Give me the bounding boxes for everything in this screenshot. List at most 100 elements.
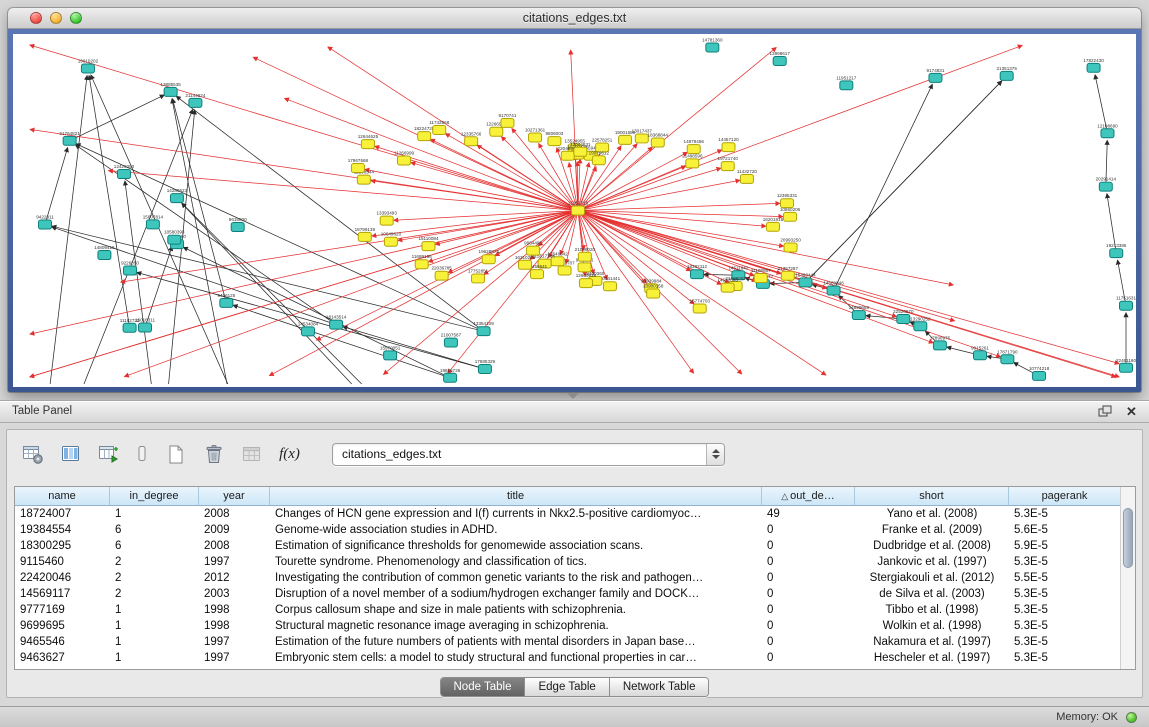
table-row[interactable]: 1938455462009Genome-wide association stu… bbox=[15, 522, 1121, 538]
function-builder-button[interactable]: f(x) bbox=[276, 441, 303, 467]
graph-node-teal[interactable]: 21144624 bbox=[185, 93, 206, 107]
graph-node-yellow[interactable]: 20993250 bbox=[780, 238, 801, 252]
graph-node-teal[interactable]: 13354109 bbox=[473, 321, 494, 335]
graph-edge[interactable] bbox=[125, 181, 151, 384]
graph-node-teal[interactable]: 21351375 bbox=[996, 66, 1017, 80]
graph-node-yellow[interactable]: 10341441 bbox=[600, 276, 621, 290]
graph-node-teal[interactable]: 10774218 bbox=[1029, 366, 1050, 380]
tab-edge-table[interactable]: Edge Table bbox=[525, 678, 609, 696]
table-selector-dropdown[interactable]: citations_edges.txt bbox=[332, 443, 725, 466]
graph-node-yellow[interactable]: 11432720 bbox=[737, 169, 758, 183]
column-header-in-degree[interactable]: in_degree bbox=[110, 487, 199, 506]
graph-node-teal[interactable]: 17822430 bbox=[1083, 58, 1104, 72]
table-mode-button[interactable] bbox=[19, 441, 46, 467]
graph-node-teal[interactable]: 9915261 bbox=[971, 345, 989, 359]
graph-edge[interactable] bbox=[52, 227, 336, 325]
graph-node-teal[interactable]: 15607814 bbox=[143, 214, 164, 228]
new-table-button[interactable] bbox=[162, 441, 189, 467]
minimize-window-button[interactable] bbox=[50, 12, 62, 24]
graph-node-teal[interactable]: 9615800 bbox=[229, 217, 247, 231]
graph-edge[interactable] bbox=[183, 247, 450, 378]
graph-node-yellow[interactable]: 11742868 bbox=[429, 120, 450, 134]
graph-node-yellow[interactable]: 10271361 bbox=[525, 127, 546, 141]
graph-edge[interactable] bbox=[834, 84, 933, 290]
graph-node-teal[interactable]: 14809416 bbox=[94, 245, 115, 259]
graph-node-yellow[interactable]: 18799139 bbox=[355, 227, 376, 241]
network-graph-svg[interactable]: 1560781490704809615800942291114289523160… bbox=[13, 34, 1136, 387]
graph-node-yellow[interactable]: 12385331 bbox=[777, 193, 798, 207]
graph-node-teal[interactable]: 13885535 bbox=[160, 82, 181, 96]
graph-node-teal[interactable]: 22461160 bbox=[1116, 358, 1136, 372]
create-column-button[interactable] bbox=[95, 441, 122, 467]
table-row[interactable]: 1456911722003Disruption of a novel membe… bbox=[15, 586, 1121, 602]
graph-node-teal[interactable]: 11182732 bbox=[120, 318, 140, 332]
graph-edge[interactable] bbox=[578, 168, 721, 210]
table-row[interactable]: 977716911998Corpus callosum shape and si… bbox=[15, 602, 1121, 618]
column-header-out-de[interactable]: △out_de… bbox=[762, 487, 855, 506]
graph-node-teal[interactable]: 14534084 bbox=[298, 321, 319, 335]
graph-node-yellow[interactable]: 16774703 bbox=[690, 299, 711, 313]
graph-node-teal[interactable]: 20291414 bbox=[1096, 177, 1117, 191]
graph-node-teal[interactable]: 14289523 bbox=[167, 188, 188, 202]
graph-edge[interactable] bbox=[578, 47, 776, 210]
table-row[interactable]: 2242004622012Investigating the contribut… bbox=[15, 570, 1121, 586]
tab-node-table[interactable]: Node Table bbox=[441, 678, 526, 696]
table-vertical-scrollbar[interactable] bbox=[1120, 487, 1135, 669]
delete-table-button[interactable] bbox=[200, 441, 227, 467]
table-row[interactable]: 1830029562008Estimation of significance … bbox=[15, 538, 1121, 554]
float-panel-button[interactable] bbox=[1097, 404, 1112, 419]
delete-column-button[interactable] bbox=[133, 441, 151, 467]
graph-node-yellow[interactable]: 18368844 bbox=[648, 133, 669, 147]
graph-node-yellow[interactable]: 12335766 bbox=[461, 131, 482, 145]
graph-node-yellow[interactable]: 14878456 bbox=[684, 139, 705, 153]
graph-node-yellow[interactable]: 16201918 bbox=[763, 217, 784, 231]
graph-node-teal[interactable]: 9422911 bbox=[36, 215, 54, 229]
column-header-pagerank[interactable]: pagerank bbox=[1009, 487, 1121, 506]
table-row[interactable]: 946554611997Estimation of the future num… bbox=[15, 634, 1121, 650]
column-header-title[interactable]: title bbox=[270, 487, 762, 506]
show-columns-button[interactable] bbox=[57, 441, 84, 467]
graph-node-teal[interactable]: 19213385 bbox=[1106, 243, 1127, 257]
graph-node-teal[interactable]: 14781360 bbox=[702, 38, 723, 52]
scrollbar-thumb[interactable] bbox=[1123, 508, 1133, 568]
graph-node-yellow[interactable]: 15110084 bbox=[418, 236, 439, 250]
table-row[interactable]: 911546021997Tourette syndrome. Phenomeno… bbox=[15, 554, 1121, 570]
graph-node-teal[interactable]: 13998617 bbox=[769, 51, 790, 65]
graph-edge[interactable] bbox=[121, 211, 578, 283]
graph-edge[interactable] bbox=[578, 211, 694, 305]
graph-node-teal[interactable]: 11751631 bbox=[1116, 296, 1136, 310]
split-pane-grip[interactable] bbox=[567, 393, 579, 399]
graph-edge[interactable] bbox=[30, 211, 578, 377]
graph-node-teal[interactable]: 9456125 bbox=[217, 293, 235, 307]
graph-node-teal[interactable]: 19610202 bbox=[78, 58, 99, 72]
graph-node-teal[interactable]: 21764821 bbox=[59, 131, 80, 145]
import-table-button[interactable] bbox=[238, 441, 265, 467]
graph-node-teal[interactable]: 12108690 bbox=[1097, 123, 1118, 137]
table-row[interactable]: 969969511998Structural magnetic resonanc… bbox=[15, 618, 1121, 634]
network-window[interactable]: citations_edges.txt 15607814907048096158… bbox=[8, 8, 1141, 392]
graph-edge[interactable] bbox=[284, 98, 578, 210]
graph-edge[interactable] bbox=[578, 211, 694, 374]
graph-node-teal[interactable]: 21007587 bbox=[441, 333, 462, 347]
tab-network-table[interactable]: Network Table bbox=[610, 678, 709, 696]
graph-node-teal[interactable]: 11951217 bbox=[836, 75, 857, 89]
graph-node-yellow[interactable]: 18224728 bbox=[414, 126, 435, 140]
graph-edge[interactable] bbox=[372, 211, 578, 237]
graph-edge[interactable] bbox=[45, 148, 68, 225]
graph-node-teal[interactable]: 9226850 bbox=[121, 261, 139, 275]
graph-node-teal[interactable]: 15579051 bbox=[380, 345, 401, 359]
graph-node-yellow[interactable]: 9170741 bbox=[499, 113, 517, 127]
graph-node-yellow[interactable]: 14457120 bbox=[718, 137, 739, 151]
column-header-short[interactable]: short bbox=[855, 487, 1009, 506]
graph-edge[interactable] bbox=[571, 50, 578, 211]
table-row[interactable]: 1872400712008Changes of HCN gene express… bbox=[15, 506, 1121, 522]
graph-node-yellow[interactable]: 17752851 bbox=[468, 268, 489, 282]
graph-node-yellow[interactable]: 22036785 bbox=[431, 266, 452, 280]
graph-node-teal[interactable]: 9174831 bbox=[927, 68, 945, 82]
close-panel-button[interactable]: ✕ bbox=[1124, 404, 1139, 419]
column-header-name[interactable]: name bbox=[15, 487, 110, 506]
graph-edge[interactable] bbox=[182, 203, 352, 384]
graph-edge[interactable] bbox=[50, 75, 87, 384]
table-row[interactable]: 946362711997Embryonic stem cells: a mode… bbox=[15, 650, 1121, 666]
graph-edge[interactable] bbox=[52, 226, 484, 331]
